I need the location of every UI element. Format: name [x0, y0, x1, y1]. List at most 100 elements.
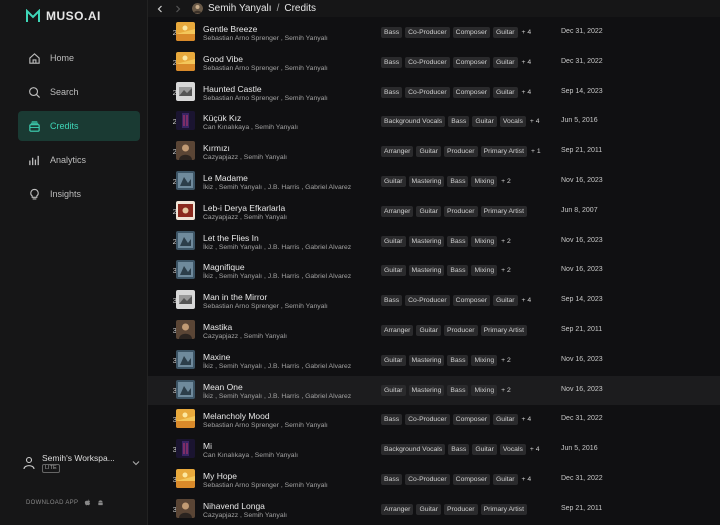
table-row[interactable]: 35 Melancholy Mood Sebastian Arno Spreng… — [148, 405, 720, 435]
track-artists[interactable]: İkiz , Semih Yanyalı , J.B. Harris , Gab… — [203, 393, 351, 400]
track-artists[interactable]: İkiz , Semih Yanyalı , J.B. Harris , Gab… — [203, 363, 351, 370]
more-roles-count[interactable]: + 2 — [500, 236, 511, 247]
more-roles-count[interactable]: + 2 — [500, 355, 511, 366]
album-art[interactable] — [176, 170, 195, 190]
workspace-switcher[interactable]: Semih's Workspa... LITE — [22, 452, 140, 474]
album-art[interactable] — [176, 349, 195, 369]
android-icon[interactable] — [97, 499, 104, 506]
table-row[interactable]: 25 Küçük Kız Can Kınalıkaya , Semih Yany… — [148, 107, 720, 137]
more-roles-count[interactable]: + 2 — [500, 176, 511, 187]
album-art[interactable] — [176, 22, 195, 41]
track-artists[interactable]: İkiz , Semih Yanyalı , J.B. Harris , Gab… — [203, 273, 351, 280]
track-title[interactable]: Mi — [203, 441, 212, 451]
album-art[interactable] — [176, 51, 195, 71]
track-artists[interactable]: Sebastian Arno Sprenger , Semih Yanyalı — [203, 95, 328, 102]
track-title[interactable]: Kırmızı — [203, 143, 230, 153]
track-title[interactable]: Mastika — [203, 322, 232, 332]
track-title[interactable]: Magnifique — [203, 262, 245, 272]
table-row[interactable]: 38 Nihavend Longa Cazyapjazz , Semih Yan… — [148, 495, 720, 525]
table-row[interactable]: 34 Mean One İkiz , Semih Yanyalı , J.B. … — [148, 375, 720, 406]
album-art[interactable] — [176, 111, 195, 131]
track-title[interactable]: Leb-i Derya Efkarlarla — [203, 203, 285, 213]
track-artists[interactable]: Can Kınalıkaya , Semih Yanyalı — [203, 452, 298, 459]
more-roles-count[interactable]: + 4 — [529, 116, 540, 127]
table-row[interactable]: 28 Leb-i Derya Efkarlarla Cazyapjazz , S… — [148, 197, 720, 227]
table-row[interactable]: 27 Le Madame İkiz , Semih Yanyalı , J.B.… — [148, 167, 720, 197]
more-roles-count[interactable]: + 4 — [529, 444, 540, 455]
track-title[interactable]: Mean One — [203, 382, 243, 392]
table-row[interactable]: 36 Mi Can Kınalıkaya , Semih Yanyalı Bac… — [148, 435, 720, 465]
table-row[interactable]: 26 Kırmızı Cazyapjazz , Semih Yanyalı Ar… — [148, 137, 720, 167]
table-row[interactable]: 31 Man in the Mirror Sebastian Arno Spre… — [148, 286, 720, 316]
track-title[interactable]: Man in the Mirror — [203, 292, 267, 302]
track-artists[interactable]: Sebastian Arno Sprenger , Semih Yanyalı — [203, 422, 328, 429]
role-chip: Bass — [381, 86, 403, 98]
sidebar-item-analytics[interactable]: Analytics — [18, 145, 140, 175]
track-title[interactable]: Let the Flies In — [203, 233, 259, 243]
album-art[interactable] — [176, 290, 195, 310]
track-artists[interactable]: Sebastian Arno Sprenger , Semih Yanyalı — [203, 65, 328, 72]
track-artists[interactable]: İkiz , Semih Yanyalı , J.B. Harris , Gab… — [203, 184, 351, 191]
track-artists[interactable]: Cazyapjazz , Semih Yanyalı — [203, 512, 287, 519]
album-art[interactable] — [176, 379, 195, 399]
breadcrumb-profile[interactable]: Semih Yanyalı — [208, 3, 272, 14]
track-artists[interactable]: Can Kınalıkaya , Semih Yanyalı — [203, 124, 298, 131]
table-row[interactable]: 33 Maxine İkiz , Semih Yanyalı , J.B. Ha… — [148, 346, 720, 376]
more-roles-count[interactable]: + 4 — [521, 295, 532, 306]
more-roles-count[interactable]: + 2 — [500, 265, 511, 276]
more-roles-count[interactable]: + 2 — [500, 385, 511, 396]
more-roles-count[interactable]: + 4 — [521, 57, 532, 68]
track-title[interactable]: Maxine — [203, 352, 230, 362]
track-artists[interactable]: Cazyapjazz , Semih Yanyalı — [203, 214, 287, 221]
table-row[interactable]: 29 Let the Flies In İkiz , Semih Yanyalı… — [148, 227, 720, 257]
sidebar-item-insights[interactable]: Insights — [18, 179, 140, 209]
role-chips: Bass Co-Producer Composer Guitar + 4 — [381, 56, 532, 68]
sidebar-item-home[interactable]: Home — [18, 43, 140, 73]
table-row[interactable]: 32 Mastika Cazyapjazz , Semih Yanyalı Ar… — [148, 316, 720, 346]
track-artists[interactable]: Cazyapjazz , Semih Yanyalı — [203, 333, 287, 340]
track-title[interactable]: Küçük Kız — [203, 113, 241, 123]
sidebar-item-search[interactable]: Search — [18, 77, 140, 107]
apple-icon[interactable] — [84, 499, 91, 506]
album-art[interactable] — [176, 439, 195, 459]
track-artists[interactable]: Sebastian Arno Sprenger , Semih Yanyalı — [203, 303, 328, 310]
more-roles-count[interactable]: + 4 — [521, 87, 532, 98]
album-art[interactable] — [176, 81, 195, 101]
album-art[interactable] — [176, 468, 195, 488]
track-title[interactable]: My Hope — [203, 471, 237, 481]
album-art[interactable] — [176, 409, 195, 429]
track-title[interactable]: Haunted Castle — [203, 84, 262, 94]
album-art[interactable] — [176, 200, 195, 220]
more-roles-count[interactable]: + 1 — [530, 146, 541, 157]
table-row[interactable]: 30 Magnifique İkiz , Semih Yanyalı , J.B… — [148, 256, 720, 286]
album-art[interactable] — [176, 260, 195, 280]
role-chips: Arranger Guitar Producer Primary Artist + 1 — [381, 146, 541, 158]
album-art[interactable] — [176, 141, 195, 161]
more-roles-count[interactable]: + 4 — [521, 414, 532, 425]
plan-badge: LITE — [42, 464, 60, 473]
back-arrow-icon[interactable] — [156, 5, 164, 13]
track-title[interactable]: Gentle Breeze — [203, 24, 257, 34]
more-roles-count[interactable]: + 4 — [521, 27, 532, 38]
track-artists[interactable]: Cazyapjazz , Semih Yanyalı — [203, 154, 287, 161]
track-artists[interactable]: Sebastian Arno Sprenger , Semih Yanyalı — [203, 482, 328, 489]
role-chip: Bass — [447, 265, 469, 277]
table-row[interactable]: 24 Haunted Castle Sebastian Arno Sprenge… — [148, 78, 720, 108]
album-art[interactable] — [176, 230, 195, 250]
track-title[interactable]: Nihavend Longa — [203, 501, 265, 511]
sidebar-item-credits[interactable]: Credits — [18, 111, 140, 141]
track-title[interactable]: Good Vibe — [203, 54, 243, 64]
album-art[interactable] — [176, 319, 195, 339]
more-roles-count[interactable]: + 4 — [521, 474, 532, 485]
track-artists[interactable]: Sebastian Arno Sprenger , Semih Yanyalı — [203, 35, 328, 42]
table-row[interactable]: 37 My Hope Sebastian Arno Sprenger , Sem… — [148, 465, 720, 495]
track-title[interactable]: Melancholy Mood — [203, 411, 270, 421]
table-row[interactable]: 23 Good Vibe Sebastian Arno Sprenger , S… — [148, 48, 720, 78]
role-chip: Background Vocals — [381, 116, 446, 128]
table-row[interactable]: 22 Gentle Breeze Sebastian Arno Sprenger… — [148, 18, 720, 48]
track-title[interactable]: Le Madame — [203, 173, 248, 183]
album-art[interactable] — [176, 498, 195, 518]
logo[interactable]: MUSO.AI — [26, 9, 101, 23]
track-artists[interactable]: İkiz , Semih Yanyalı , J.B. Harris , Gab… — [203, 244, 351, 251]
forward-arrow-icon[interactable] — [174, 5, 182, 13]
